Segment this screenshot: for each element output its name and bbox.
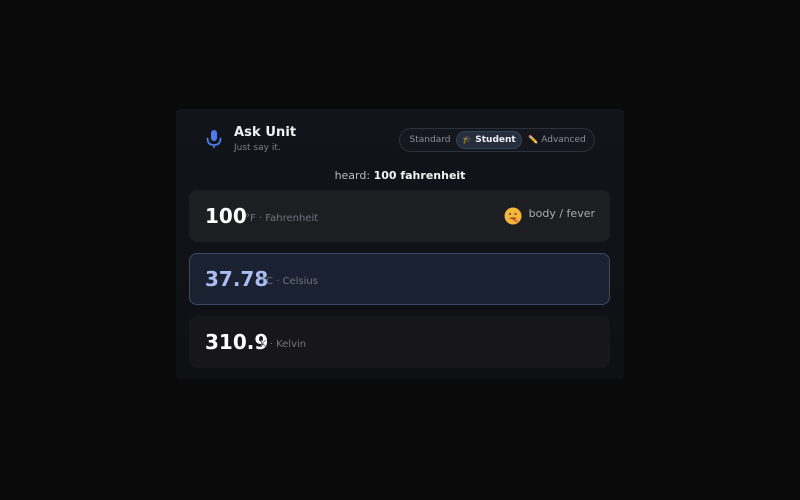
result-card-fahrenheit[interactable]: 100 °F · Fahrenheit body / fever (189, 190, 610, 242)
header: Ask Unit Just say it. Standard 🎓 Student … (176, 109, 624, 169)
heard-line: heard: 100 fahrenheit (176, 169, 624, 182)
mode-standard-button[interactable]: Standard (404, 132, 456, 148)
app-title: Ask Unit (234, 125, 297, 140)
mode-advanced-button[interactable]: ✏️ Advanced (524, 132, 590, 148)
result-unit: K · Kelvin (260, 339, 307, 350)
mode-switch: Standard 🎓 Student ✏️ Advanced (399, 128, 595, 152)
app-subtitle: Just say it. (234, 143, 281, 153)
converter-panel: Ask Unit Just say it. Standard 🎓 Student … (176, 109, 624, 379)
result-unit: °F · Fahrenheit (245, 213, 319, 224)
mode-student-label: Student (475, 135, 516, 145)
heard-prefix: heard: (334, 169, 371, 182)
mode-standard-label: Standard (409, 135, 451, 145)
graduation-cap-icon: 🎓 (462, 135, 473, 144)
pencil-icon: ✏️ (528, 135, 539, 144)
result-card-celsius[interactable]: 37.78 °C · Celsius (189, 253, 610, 305)
result-unit: °C · Celsius (261, 276, 318, 287)
result-value: 310.9 (205, 330, 269, 354)
result-value: 100 (205, 204, 247, 228)
result-card-kelvin[interactable]: 310.9 K · Kelvin (189, 316, 610, 368)
result-value: 37.78 (205, 267, 269, 291)
mode-student-button[interactable]: 🎓 Student (456, 131, 522, 149)
result-tag: body / fever (528, 207, 595, 220)
microphone-icon[interactable] (204, 129, 224, 151)
heard-text: 100 fahrenheit (373, 169, 466, 182)
mode-advanced-label: Advanced (541, 135, 586, 145)
thermometer-face-icon (504, 207, 522, 225)
